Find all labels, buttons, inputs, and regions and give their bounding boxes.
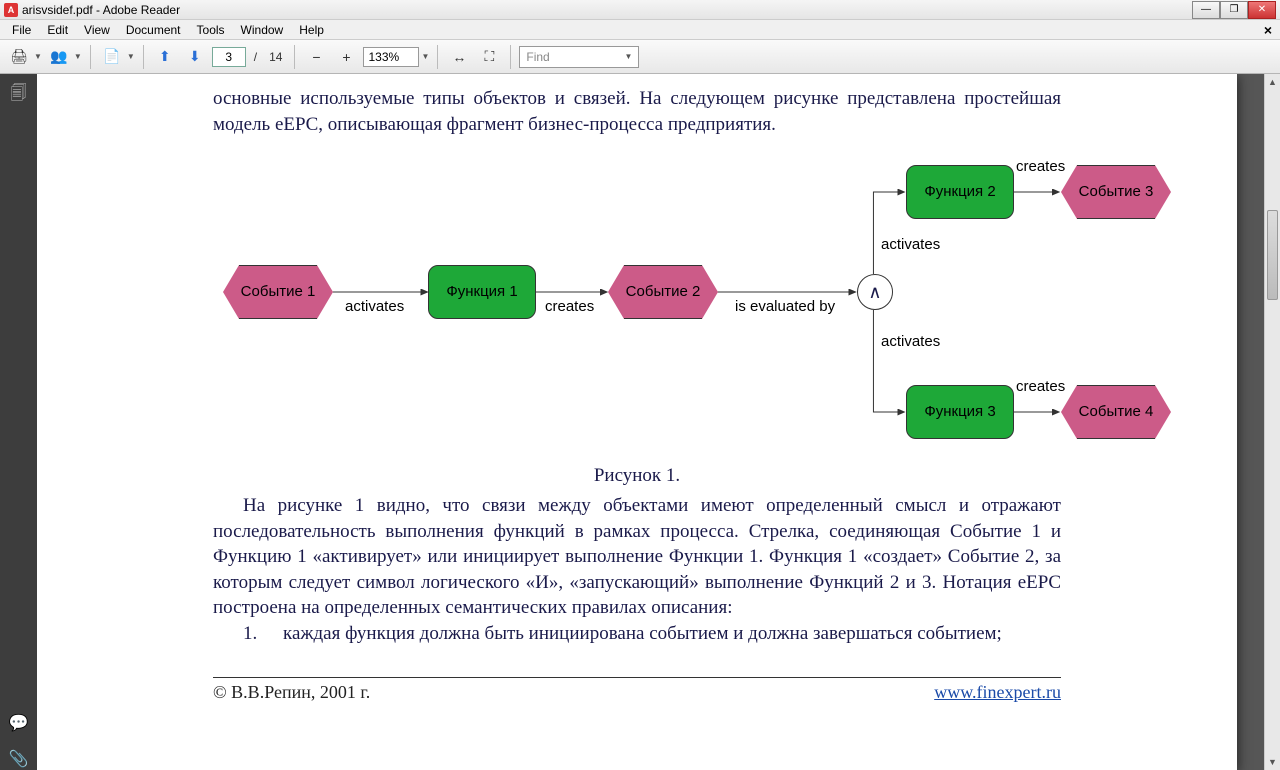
separator [143, 45, 144, 69]
zoom-out-button[interactable]: − [303, 44, 329, 70]
menubar: File Edit View Document Tools Window Hel… [0, 20, 1280, 40]
label-activates-3: activates [881, 332, 940, 352]
single-page-button[interactable]: 📄 [99, 44, 125, 70]
menu-window[interactable]: Window [233, 21, 292, 39]
list-number: 1. [213, 621, 283, 647]
prev-page-button[interactable]: ⬆ [152, 44, 178, 70]
label-activates-1: activates [345, 297, 404, 317]
document-viewport[interactable]: основные используемые типы объектов и св… [37, 74, 1280, 770]
menu-file[interactable]: File [4, 21, 39, 39]
diagram-function-1: Функция 1 [428, 265, 536, 319]
label-is-evaluated-by: is evaluated by [735, 297, 835, 317]
scroll-down-arrow[interactable]: ▼ [1265, 754, 1280, 770]
next-page-button[interactable]: ⬇ [182, 44, 208, 70]
pdf-page: основные используемые типы объектов и св… [37, 74, 1237, 770]
label-creates-3: creates [1016, 377, 1065, 397]
print-button[interactable]: 🖨 [6, 44, 32, 70]
window-title: arisvsidef.pdf - Adobe Reader [22, 3, 1192, 17]
fit-page-button[interactable]: ⛶ [476, 44, 502, 70]
figure-caption: Рисунок 1. [213, 463, 1061, 489]
separator [294, 45, 295, 69]
menu-help[interactable]: Help [291, 21, 332, 39]
menu-edit[interactable]: Edit [39, 21, 76, 39]
menu-tools[interactable]: Tools [189, 21, 233, 39]
list-text: каждая функция должна быть инициирована … [283, 621, 1061, 647]
label-creates-1: creates [545, 297, 594, 317]
separator [437, 45, 438, 69]
diagram-event-2: Событие 2 [608, 265, 718, 319]
comments-panel-icon[interactable]: 💬 [8, 712, 30, 734]
diagram-event-4: Событие 4 [1061, 385, 1171, 439]
close-button[interactable]: ✕ [1248, 1, 1276, 19]
separator [510, 45, 511, 69]
list-item-1: 1. каждая функция должна быть инициирова… [213, 621, 1061, 647]
app-icon: A [4, 3, 18, 17]
fit-width-button[interactable]: ↔ [446, 44, 472, 70]
titlebar: A arisvsidef.pdf - Adobe Reader — ❐ ✕ [0, 0, 1280, 20]
menu-view[interactable]: View [76, 21, 118, 39]
print-dropdown[interactable]: ▼ [34, 52, 42, 61]
page-footer: © В.В.Репин, 2001 г. www.finexpert.ru [213, 677, 1061, 703]
menu-document[interactable]: Document [118, 21, 189, 39]
zoom-level-field[interactable]: 133% [363, 47, 419, 67]
page-number-input[interactable] [212, 47, 246, 67]
footer-link[interactable]: www.finexpert.ru [934, 682, 1061, 703]
diagram-event-3: Событие 3 [1061, 165, 1171, 219]
diagram-function-3: Функция 3 [906, 385, 1014, 439]
label-activates-2: activates [881, 235, 940, 255]
close-document-button[interactable]: × [1260, 22, 1276, 38]
page-content: основные используемые типы объектов и св… [37, 86, 1237, 647]
intro-text: основные используемые типы объектов и св… [213, 86, 1061, 137]
separator [90, 45, 91, 69]
scroll-track[interactable] [1265, 90, 1280, 754]
eepc-diagram: Событие 1 Функция 1 Событие 2 ∧ Функция … [213, 147, 1061, 457]
label-creates-2: creates [1016, 157, 1065, 177]
scroll-thumb[interactable] [1267, 210, 1278, 300]
page-separator: / [250, 50, 261, 64]
vertical-scrollbar[interactable]: ▲ ▼ [1264, 74, 1280, 770]
zoom-in-button[interactable]: + [333, 44, 359, 70]
scroll-up-arrow[interactable]: ▲ [1265, 74, 1280, 90]
page-view-dropdown[interactable]: ▼ [127, 52, 135, 61]
collab-dropdown[interactable]: ▼ [74, 52, 82, 61]
footer-copyright: © В.В.Репин, 2001 г. [213, 682, 370, 703]
attachments-panel-icon[interactable]: 📎 [8, 748, 30, 770]
minimize-button[interactable]: — [1192, 1, 1220, 19]
left-panel: 🗐 💬 📎 [0, 74, 37, 770]
find-field[interactable]: Find▼ [519, 46, 639, 68]
page-total: 14 [265, 50, 286, 64]
window-buttons: — ❐ ✕ [1192, 1, 1276, 19]
paragraph-1: На рисунке 1 видно, что связи между объе… [213, 493, 1061, 621]
zoom-dropdown[interactable]: ▼ [421, 52, 429, 61]
collab-button[interactable]: 👥 [46, 44, 72, 70]
main-area: 🗐 💬 📎 основные используемые типы объекто… [0, 74, 1280, 770]
pages-panel-icon[interactable]: 🗐 [8, 84, 30, 106]
diagram-function-2: Функция 2 [906, 165, 1014, 219]
maximize-button[interactable]: ❐ [1220, 1, 1248, 19]
diagram-event-1: Событие 1 [223, 265, 333, 319]
toolbar: 🖨▼ 👥▼ 📄▼ ⬆ ⬇ / 14 − + 133%▼ ↔ ⛶ Find▼ [0, 40, 1280, 74]
